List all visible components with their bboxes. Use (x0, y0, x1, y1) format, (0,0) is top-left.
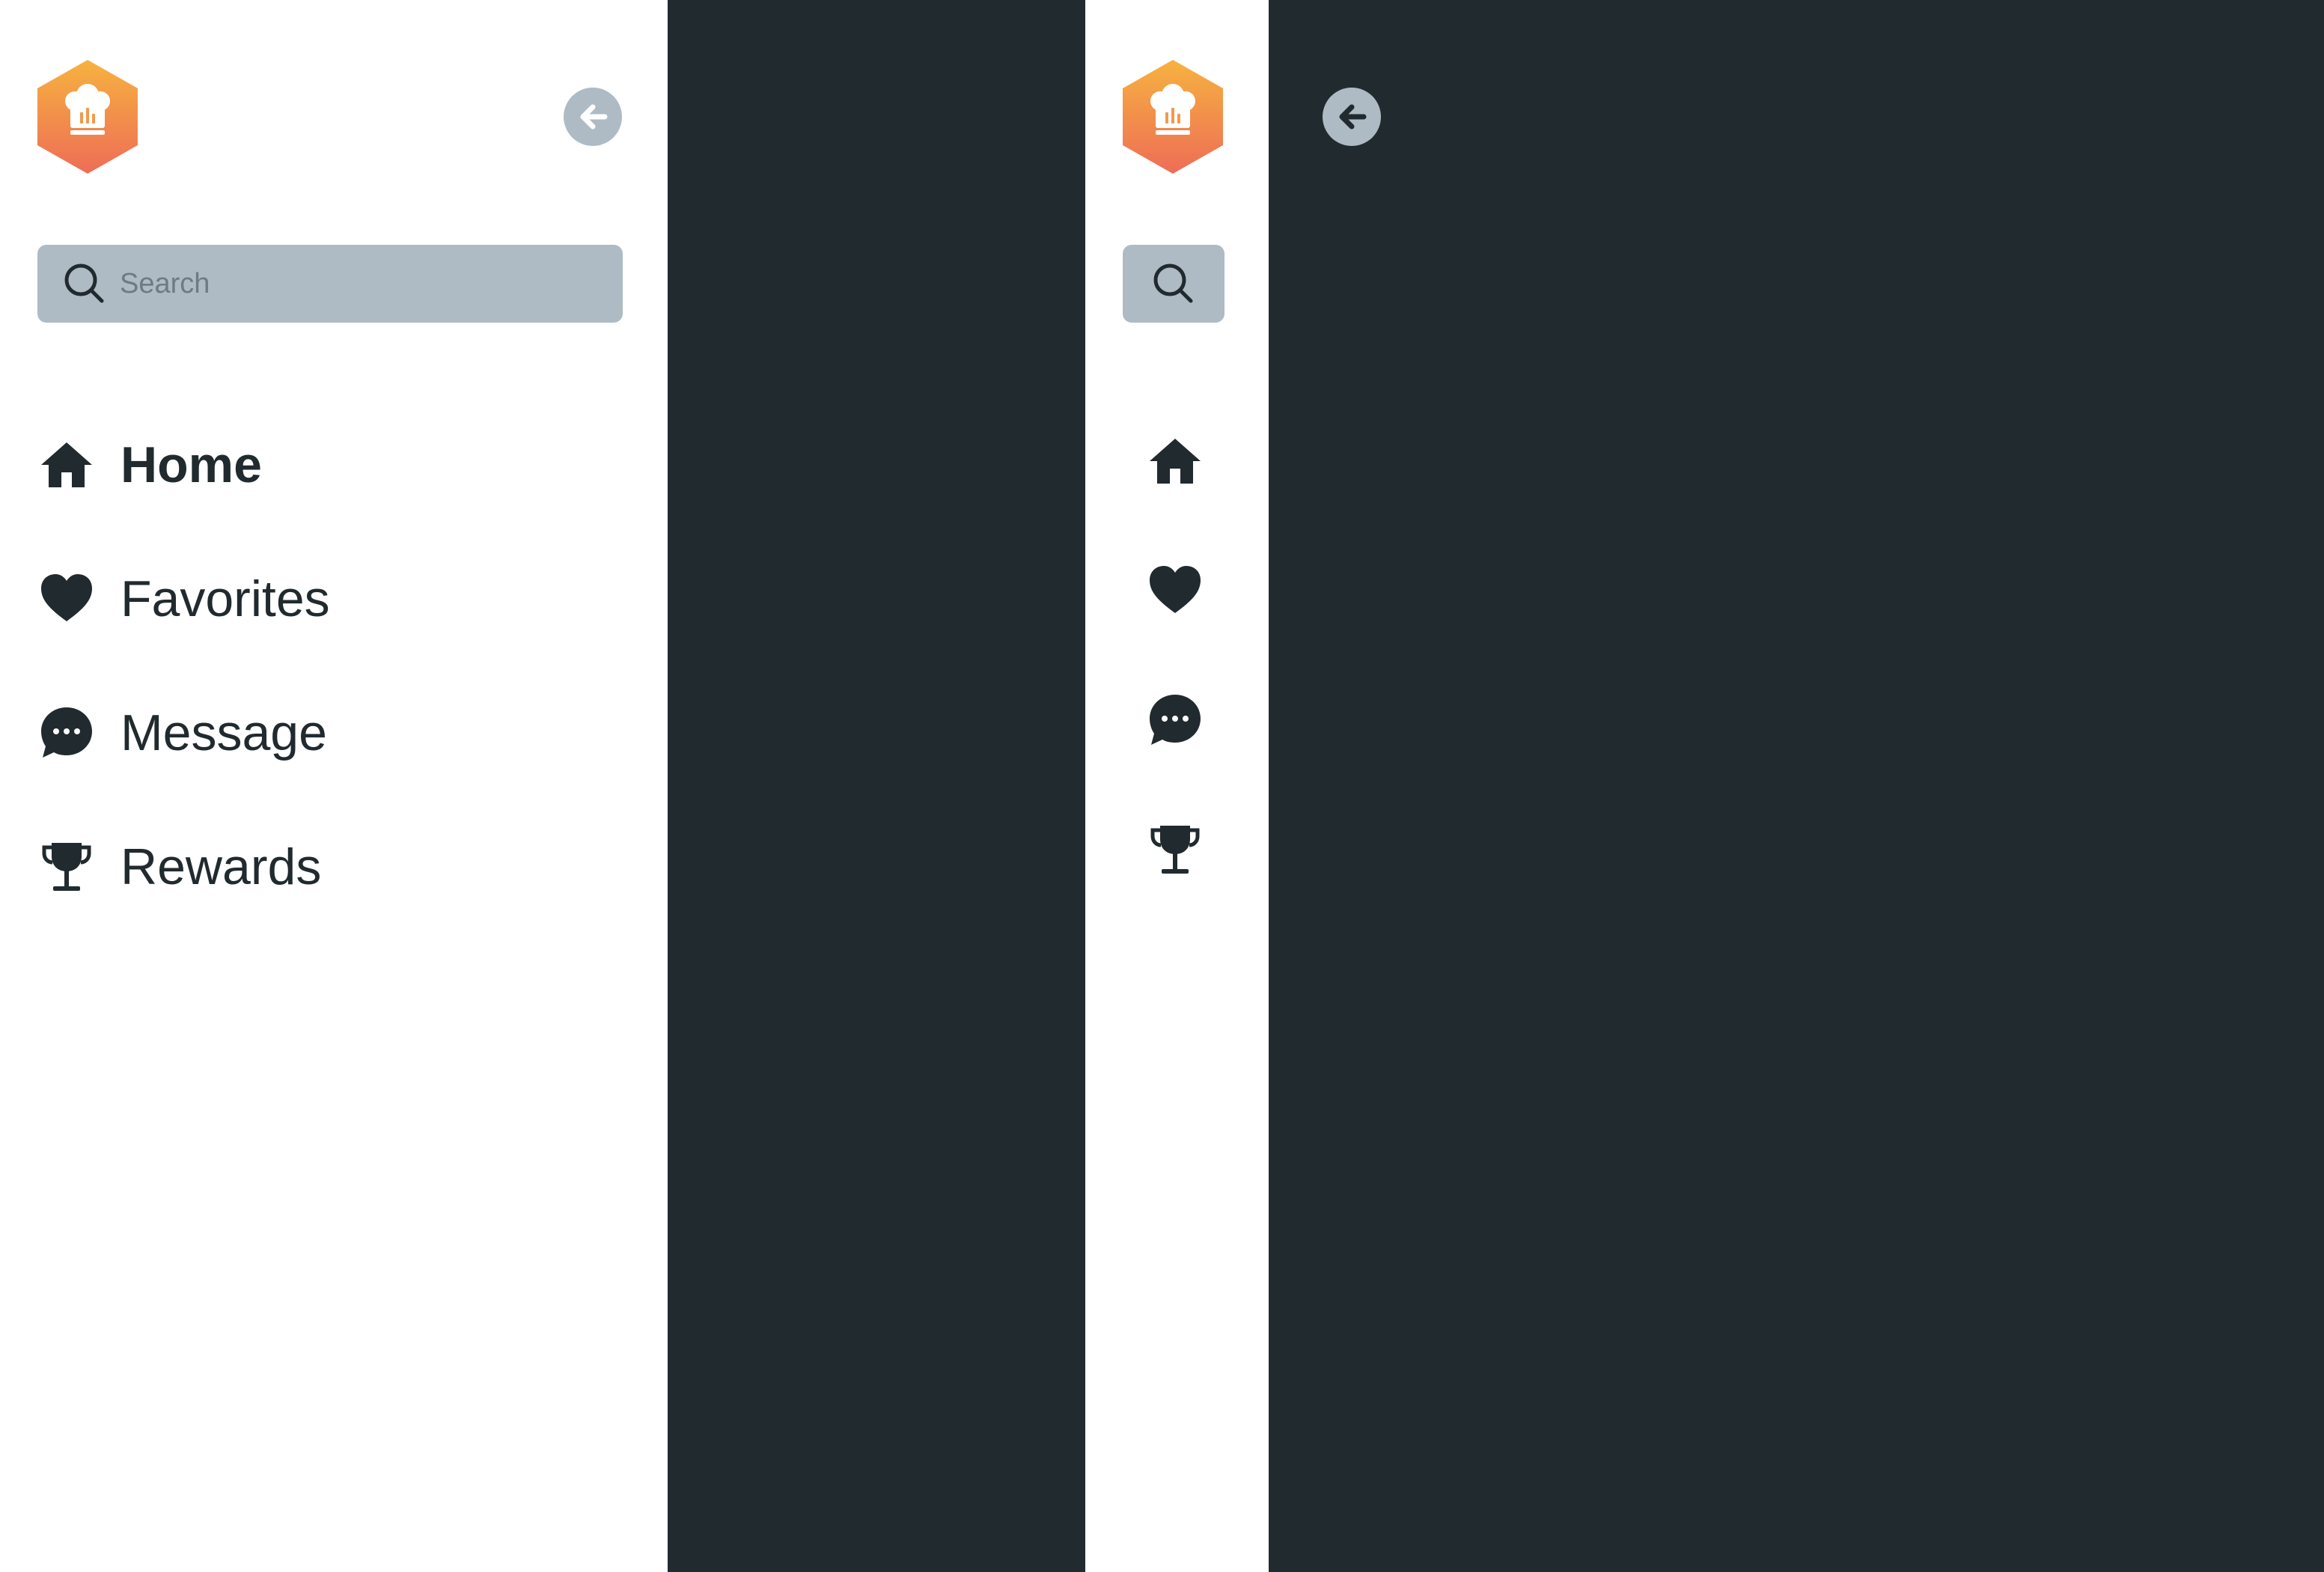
nav-label-home: Home (121, 436, 262, 493)
nav-label-rewards: Rewards (121, 838, 322, 895)
nav-label-message: Message (121, 704, 327, 761)
nav-item-favorites[interactable] (1148, 564, 1202, 618)
search-box[interactable] (37, 245, 623, 323)
content-backdrop (668, 0, 1085, 1572)
trophy-icon (40, 840, 94, 894)
nav-item-favorites[interactable]: Favorites (40, 572, 330, 626)
sidebar-expanded: Home Favorites Message (0, 0, 668, 1572)
arrow-left-icon (575, 99, 611, 135)
nav-item-message[interactable] (1148, 693, 1202, 747)
home-icon (1148, 434, 1202, 488)
heart-icon (1148, 564, 1202, 618)
heart-icon (40, 572, 94, 626)
nav-label-favorites: Favorites (121, 570, 330, 627)
main-content-area (1269, 0, 2324, 1572)
trophy-icon (1148, 823, 1202, 877)
chat-bubble-icon (40, 706, 94, 760)
expand-sidebar-button[interactable] (1323, 88, 1381, 146)
home-icon (40, 438, 94, 492)
nav-item-rewards[interactable]: Rewards (40, 840, 321, 894)
search-button[interactable] (1123, 245, 1224, 323)
arrow-left-icon (1334, 99, 1370, 135)
search-icon (61, 261, 108, 307)
search-input[interactable] (118, 261, 623, 307)
app-page: Home Favorites Message (0, 0, 2324, 1572)
search-icon (1150, 261, 1197, 307)
chef-hat-logo-icon[interactable] (37, 60, 138, 174)
nav-item-rewards[interactable] (1148, 823, 1202, 877)
chef-hat-logo-icon[interactable] (1123, 60, 1223, 174)
collapse-sidebar-button[interactable] (564, 88, 622, 146)
nav-item-home[interactable] (1148, 434, 1202, 488)
nav-item-home[interactable]: Home (40, 438, 262, 492)
nav-item-message[interactable]: Message (40, 706, 327, 760)
chat-bubble-icon (1148, 693, 1202, 747)
sidebar-collapsed (1085, 0, 1269, 1572)
